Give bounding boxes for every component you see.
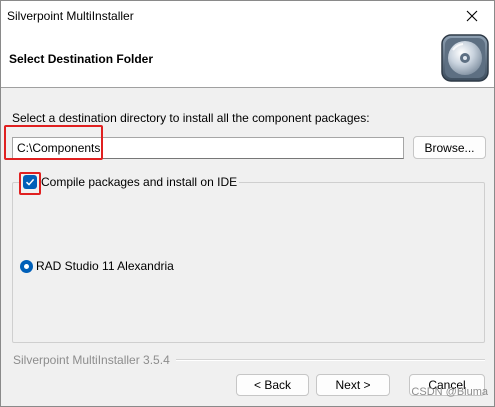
window-title: Silverpoint MultiInstaller bbox=[7, 9, 134, 23]
compile-checkbox-row[interactable]: Compile packages and install on IDE bbox=[21, 173, 240, 191]
page-title: Select Destination Folder bbox=[9, 52, 154, 66]
close-button[interactable] bbox=[450, 1, 494, 31]
destination-prompt: Select a destination directory to instal… bbox=[12, 111, 370, 125]
checkmark-icon bbox=[25, 178, 35, 186]
title-bar: Silverpoint MultiInstaller bbox=[1, 1, 494, 31]
cancel-button[interactable]: Cancel bbox=[409, 374, 485, 396]
wizard-header: Select Destination Folder bbox=[1, 31, 494, 88]
ide-radio-label: RAD Studio 11 Alexandria bbox=[36, 259, 174, 273]
separator-line bbox=[175, 359, 485, 361]
ide-radio-option[interactable]: RAD Studio 11 Alexandria bbox=[20, 259, 174, 273]
next-button[interactable]: Next > bbox=[316, 374, 390, 396]
installer-window: Silverpoint MultiInstaller Select Destin… bbox=[0, 0, 495, 407]
destination-field[interactable]: C:\Components bbox=[12, 137, 404, 159]
back-button[interactable]: < Back bbox=[236, 374, 309, 396]
version-label: Silverpoint MultiInstaller 3.5.4 bbox=[13, 353, 170, 367]
browse-button[interactable]: Browse... bbox=[413, 136, 486, 159]
compile-checkbox-label: Compile packages and install on IDE bbox=[41, 175, 238, 189]
ide-radio-button[interactable] bbox=[20, 259, 33, 273]
version-separator: Silverpoint MultiInstaller 3.5.4 bbox=[13, 353, 485, 367]
disc-logo-icon bbox=[441, 34, 489, 82]
compile-checkbox[interactable] bbox=[23, 175, 37, 189]
radio-dot-icon bbox=[24, 263, 29, 269]
close-icon bbox=[466, 10, 478, 22]
